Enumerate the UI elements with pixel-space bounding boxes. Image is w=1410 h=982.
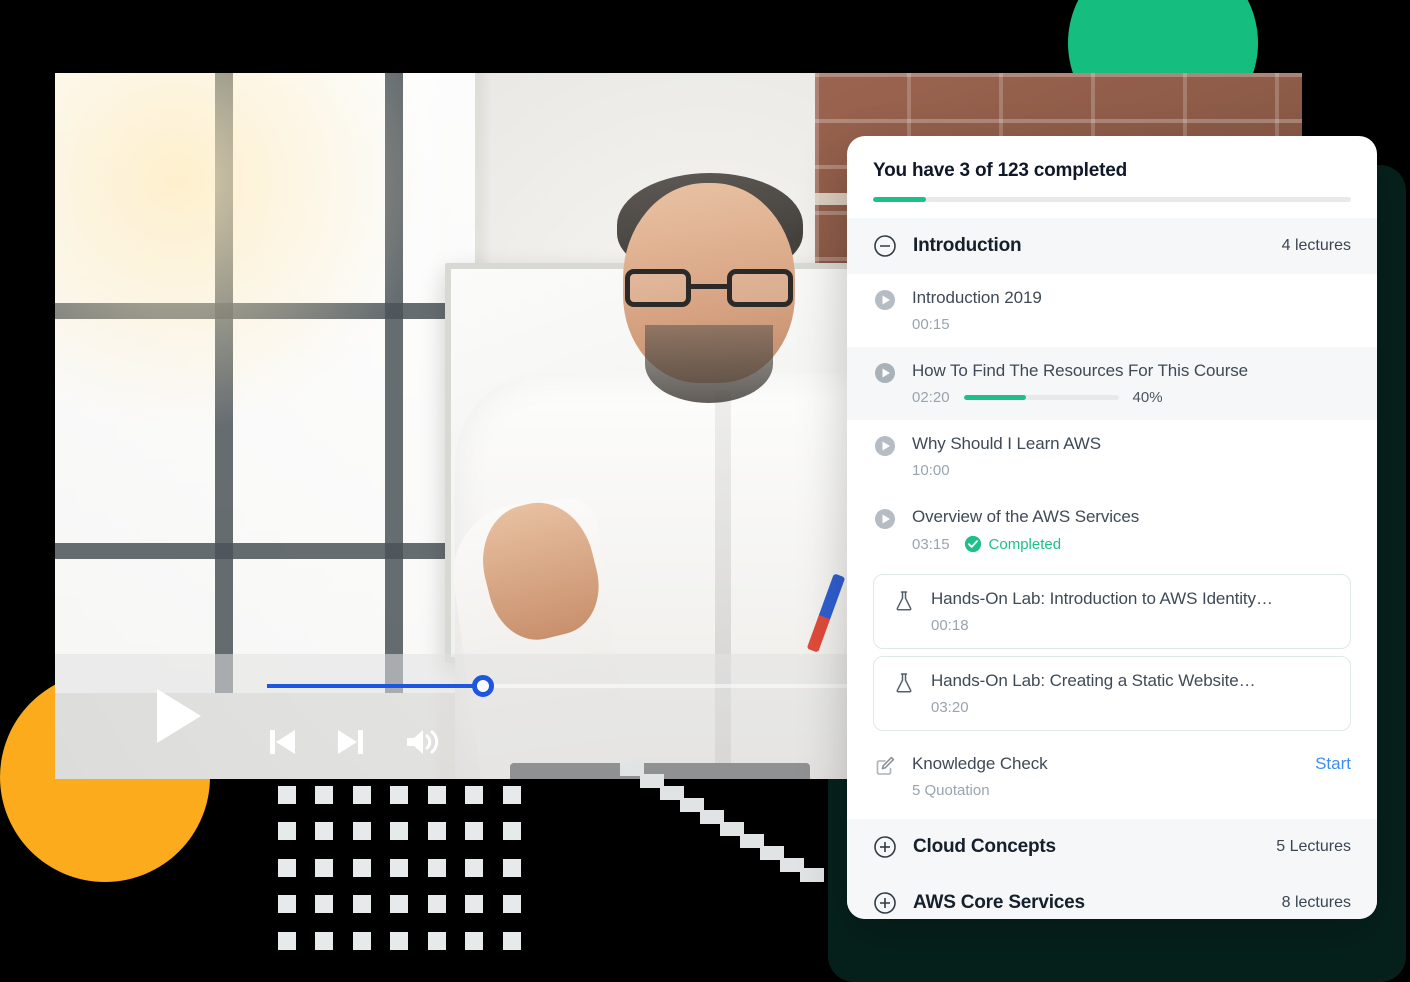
course-curriculum-panel: You have 3 of 123 completed Introduction… (847, 136, 1377, 919)
lecture-duration: 00:15 (912, 316, 950, 333)
section-title: AWS Core Services (913, 892, 1085, 913)
lecture-duration: 02:20 (912, 389, 950, 406)
page-root: You have 3 of 123 completed Introduction… (0, 0, 1410, 982)
play-circle-icon (873, 507, 897, 531)
flask-icon (892, 671, 916, 695)
section-title: Introduction (913, 235, 1022, 256)
lab-card[interactable]: Hands-On Lab: Introduction to AWS Identi… (873, 574, 1351, 649)
plus-circle-icon (873, 891, 897, 915)
lecture-title: Introduction 2019 (912, 288, 1042, 307)
section-title: Cloud Concepts (913, 836, 1056, 857)
lecture-row-active[interactable]: How To Find The Resources For This Cours… (847, 347, 1377, 420)
section-header-cloud-concepts[interactable]: Cloud Concepts 5 Lectures (847, 819, 1377, 875)
knowledge-check-start-button[interactable]: Start (1315, 754, 1351, 774)
lecture-duration: 10:00 (912, 462, 950, 479)
video-scrubber-knob[interactable] (472, 675, 495, 697)
window-mullion (55, 543, 475, 559)
play-circle-icon (873, 288, 897, 312)
lab-duration: 03:20 (931, 699, 969, 716)
video-scrubber-fill (267, 684, 484, 688)
lecture-title: Why Should I Learn AWS (912, 434, 1101, 453)
overall-progress-fill (873, 197, 926, 202)
volume-button[interactable] (404, 727, 444, 757)
lecture-duration: 03:15 (912, 535, 950, 553)
dot-grid-decoration (278, 786, 540, 968)
check-circle-icon (964, 535, 982, 553)
overall-progress-bar (873, 197, 1351, 202)
pencil-square-icon (873, 754, 897, 778)
panel-header: You have 3 of 123 completed (847, 160, 1377, 202)
play-circle-icon (873, 361, 897, 385)
plus-circle-icon (873, 835, 897, 859)
next-button[interactable] (334, 727, 368, 757)
completed-status: Completed (964, 535, 1062, 553)
presenter-beard (645, 325, 773, 403)
lecture-row[interactable]: Overview of the AWS Services 03:15 Compl… (847, 493, 1377, 567)
section-header-aws-core-services[interactable]: AWS Core Services 8 lectures (847, 875, 1377, 919)
play-button[interactable] (157, 689, 201, 743)
play-circle-icon (873, 434, 897, 458)
panel-title: You have 3 of 123 completed (873, 160, 1127, 181)
section-lecture-count: 8 lectures (1281, 894, 1351, 911)
section-lecture-count: 4 lectures (1281, 237, 1351, 254)
lab-title: Hands-On Lab: Creating a Static Website… (931, 671, 1256, 690)
section-lecture-count: 5 Lectures (1276, 838, 1351, 855)
lab-card[interactable]: Hands-On Lab: Creating a Static Website…… (873, 656, 1351, 731)
presenter-glasses (625, 269, 793, 309)
completed-label: Completed (988, 535, 1062, 553)
lecture-row[interactable]: Why Should I Learn AWS 10:00 (847, 420, 1377, 493)
flask-icon (892, 589, 916, 613)
knowledge-check-title: Knowledge Check (912, 754, 1048, 773)
stair-diagonal-decoration (620, 762, 824, 882)
lecture-row[interactable]: Introduction 2019 00:15 (847, 274, 1377, 347)
previous-button[interactable] (265, 727, 299, 757)
knowledge-check-subtitle: 5 Quotation (912, 782, 990, 799)
lecture-progress-bar (963, 395, 1119, 400)
lecture-title: Overview of the AWS Services (912, 507, 1140, 526)
window-light-glow (55, 73, 475, 453)
minus-circle-icon (873, 234, 897, 258)
lab-title: Hands-On Lab: Introduction to AWS Identi… (931, 589, 1273, 608)
lab-duration: 00:18 (931, 617, 969, 634)
knowledge-check-row[interactable]: Knowledge Check Start 5 Quotation (847, 738, 1377, 809)
lecture-title: How To Find The Resources For This Cours… (912, 361, 1249, 380)
section-header-introduction[interactable]: Introduction 4 lectures (847, 218, 1377, 274)
lecture-progress-label: 40% (1132, 389, 1163, 406)
